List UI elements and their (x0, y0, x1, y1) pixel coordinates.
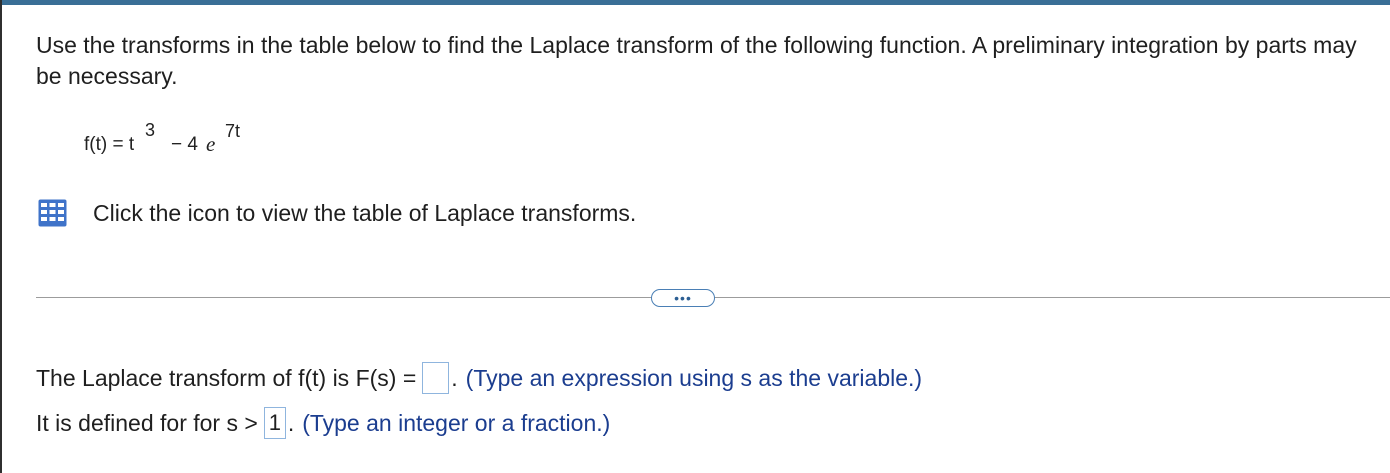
formula-e-symbol: e (206, 132, 216, 156)
laplace-table-link[interactable]: Click the icon to view the table of Lapl… (38, 199, 636, 227)
formula-minus-term: − 4 (171, 134, 198, 155)
answer1-prefix: The Laplace transform of f(t) is F(s) = (36, 364, 417, 391)
domain-answer-input[interactable]: 1 (263, 407, 286, 439)
table-link-text: Click the icon to view the table of Lapl… (93, 199, 637, 226)
answer2-period: . (287, 409, 295, 436)
answer2-hint: (Type an integer or a fraction.) (302, 409, 611, 436)
question-text: Use the transforms in the table below to… (36, 32, 1357, 89)
more-options-button[interactable]: ••• (651, 289, 715, 307)
answer1-hint: (Type an expression using s as the varia… (465, 364, 923, 391)
transform-answer-input[interactable] (422, 362, 450, 394)
answer-line-domain: It is defined for for s > 1 . (Type an i… (36, 405, 610, 441)
table-grid-icon[interactable] (38, 199, 67, 227)
formula-exponent-t: 3 (145, 120, 156, 140)
answer-line-transform: The Laplace transform of f(t) is F(s) = … (36, 360, 922, 396)
left-border (0, 0, 2, 473)
answer1-period: . (451, 364, 458, 391)
top-accent-bar (0, 0, 1390, 5)
formula-lhs: f(t) = t (84, 134, 135, 155)
formula-exponent-e: 7t (225, 121, 241, 141)
answer2-prefix: It is defined for for s > (36, 409, 258, 436)
